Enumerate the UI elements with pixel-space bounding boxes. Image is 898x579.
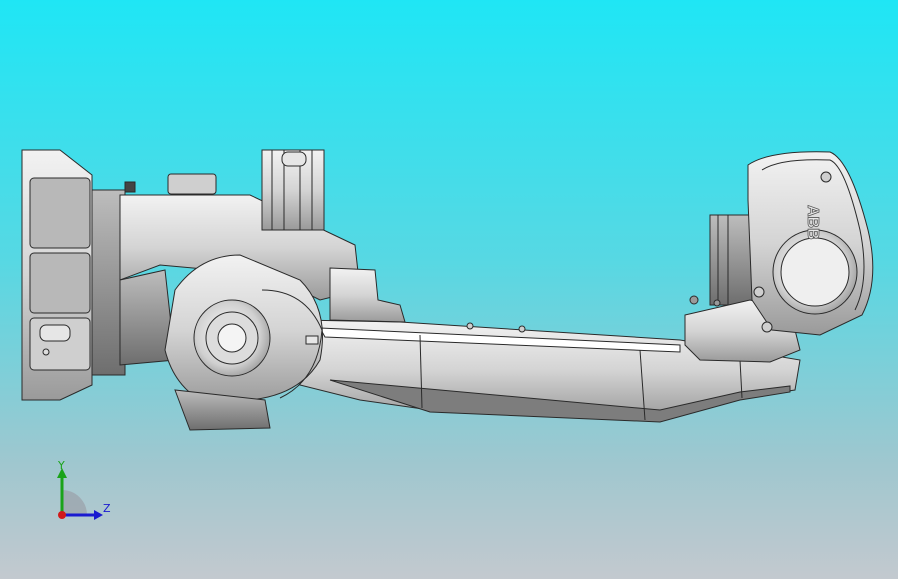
3d-viewport[interactable]: ABB Y Z	[0, 0, 898, 579]
axis-triad	[57, 468, 103, 520]
origin-marker	[58, 511, 66, 519]
z-axis-label: Z	[103, 502, 111, 515]
y-axis-label: Y	[58, 459, 65, 472]
